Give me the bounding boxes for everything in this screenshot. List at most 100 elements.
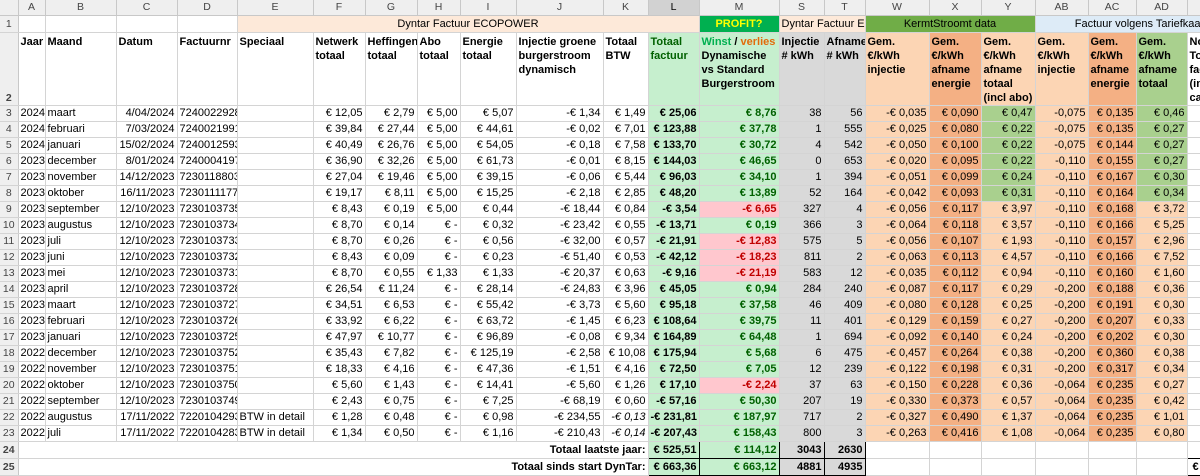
cell-E6[interactable]: [237, 153, 314, 170]
cell-AD13[interactable]: € 1,60: [1136, 265, 1188, 282]
cell-G4[interactable]: € 27,44: [365, 121, 418, 138]
header-col-E[interactable]: Speciaal: [237, 32, 314, 106]
cell-T7[interactable]: 394: [824, 169, 866, 186]
cell-I10[interactable]: € 0,32: [460, 217, 517, 234]
cell-M9[interactable]: -€ 6,65: [699, 201, 780, 218]
cell-X3[interactable]: € 0,090: [929, 105, 982, 122]
cell-K15[interactable]: € 5,60: [603, 297, 649, 314]
column-header-T[interactable]: T: [824, 0, 866, 16]
cell-W18[interactable]: -€ 0,457: [865, 345, 930, 362]
cell-G13[interactable]: € 0,55: [365, 265, 418, 282]
cell-I16[interactable]: € 63,72: [460, 313, 517, 330]
cell-G22[interactable]: € 0,48: [365, 409, 418, 426]
column-header-J[interactable]: J: [516, 0, 604, 16]
cell-X15[interactable]: € 0,128: [929, 297, 982, 314]
cell-I14[interactable]: € 28,14: [460, 281, 517, 298]
cell-C16[interactable]: 12/10/2023: [116, 313, 178, 330]
cell-B6[interactable]: december: [45, 153, 117, 170]
cell-X5[interactable]: € 0,100: [929, 137, 982, 154]
cell-AC21[interactable]: € 0,235: [1088, 393, 1137, 410]
cell-I11[interactable]: € 0,56: [460, 233, 517, 250]
cell-F9[interactable]: € 8,43: [313, 201, 366, 218]
cell-F12[interactable]: € 8,43: [313, 249, 366, 266]
cell-AD21[interactable]: € 0,42: [1136, 393, 1188, 410]
cell-X7[interactable]: € 0,099: [929, 169, 982, 186]
cell-E11[interactable]: [237, 233, 314, 250]
cell-D13[interactable]: 7230103731: [177, 265, 238, 282]
cell-E20[interactable]: [237, 377, 314, 394]
cell-C5[interactable]: 15/02/2024: [116, 137, 178, 154]
cell-D14[interactable]: 7230103728: [177, 281, 238, 298]
cell-J9[interactable]: -€ 18,44: [516, 201, 604, 218]
section-profit[interactable]: PROFIT?: [699, 15, 780, 33]
column-header-M[interactable]: M: [699, 0, 780, 16]
header-col-C[interactable]: Datum: [116, 32, 178, 106]
cell-AD23[interactable]: € 0,80: [1136, 425, 1188, 442]
cell-AC22[interactable]: € 0,235: [1088, 409, 1137, 426]
table-row[interactable]: 23 2022 juli 17/11/2022 7220104283 BTW in det…: [0, 425, 1200, 442]
cell-C14[interactable]: 12/10/2023: [116, 281, 178, 298]
cell-AB19[interactable]: -0,200: [1035, 361, 1089, 378]
cell-M21[interactable]: € 50,30: [699, 393, 780, 410]
cell-K17[interactable]: € 9,34: [603, 329, 649, 346]
cell-J4[interactable]: -€ 0,02: [516, 121, 604, 138]
cell-T3[interactable]: 56: [824, 105, 866, 122]
cell-W13[interactable]: -€ 0,035: [865, 265, 930, 282]
cell-B16[interactable]: februari: [45, 313, 117, 330]
cell-L20[interactable]: € 17,10: [648, 377, 700, 394]
cell-X8[interactable]: € 0,093: [929, 185, 982, 202]
cell-W4[interactable]: -€ 0,025: [865, 121, 930, 138]
cell-I13[interactable]: € 1,33: [460, 265, 517, 282]
cell-K5[interactable]: € 7,58: [603, 137, 649, 154]
cell-S5[interactable]: 4: [779, 137, 825, 154]
table-row[interactable]: 21 2022 september 12/10/2023 7230103749 € 2,4…: [0, 393, 1200, 410]
cell-A4[interactable]: 2024: [18, 121, 46, 138]
cell-Y17[interactable]: € 0,24: [981, 329, 1036, 346]
cell-AD12[interactable]: € 7,52: [1136, 249, 1188, 266]
cell-I7[interactable]: € 39,15: [460, 169, 517, 186]
cell-X10[interactable]: € 0,118: [929, 217, 982, 234]
cell-G3[interactable]: € 2,79: [365, 105, 418, 122]
cell-X12[interactable]: € 0,113: [929, 249, 982, 266]
cell-S18[interactable]: 6: [779, 345, 825, 362]
cell-X16[interactable]: € 0,159: [929, 313, 982, 330]
cell-AD20[interactable]: € 0,27: [1136, 377, 1188, 394]
cell-F15[interactable]: € 34,51: [313, 297, 366, 314]
cell-T11[interactable]: 5: [824, 233, 866, 250]
cell-K4[interactable]: € 7,01: [603, 121, 649, 138]
cell-T12[interactable]: 2: [824, 249, 866, 266]
cell-M16[interactable]: € 39,75: [699, 313, 780, 330]
cell-Y10[interactable]: € 3,57: [981, 217, 1036, 234]
cell-K8[interactable]: € 2,85: [603, 185, 649, 202]
cell-AD22[interactable]: € 1,01: [1136, 409, 1188, 426]
cell-AE13[interactable]: -€ 30,35: [1187, 265, 1200, 282]
cell-X19[interactable]: € 0,198: [929, 361, 982, 378]
cell-Y21[interactable]: € 0,57: [981, 393, 1036, 410]
table-row[interactable]: 12 2023 juni 12/10/2023 7230103732 € 8,43 € 0,…: [0, 249, 1200, 266]
cell-S23[interactable]: 800: [779, 425, 825, 442]
cell-Y8[interactable]: € 0,31: [981, 185, 1036, 202]
cell-D22[interactable]: 7220104293: [177, 409, 238, 426]
column-header-W[interactable]: W: [865, 0, 930, 16]
cell-A20[interactable]: 2022: [18, 377, 46, 394]
header-col-I[interactable]: Energie totaal: [460, 32, 517, 106]
cell-X9[interactable]: € 0,117: [929, 201, 982, 218]
cell-J21[interactable]: -€ 68,19: [516, 393, 604, 410]
cell-AD5[interactable]: € 0,27: [1136, 137, 1188, 154]
cell-F17[interactable]: € 47,97: [313, 329, 366, 346]
cell-D6[interactable]: 7240004197: [177, 153, 238, 170]
cell-D11[interactable]: 7230103733: [177, 233, 238, 250]
cell-K22[interactable]: -€ 0,13: [603, 409, 649, 426]
cell-J12[interactable]: -€ 51,40: [516, 249, 604, 266]
cell-L23[interactable]: -€ 207,43: [648, 425, 700, 442]
cell-W14[interactable]: -€ 0,087: [865, 281, 930, 298]
cell-empty[interactable]: [1136, 458, 1188, 476]
header-col-G[interactable]: Heffingen totaal: [365, 32, 418, 106]
cell-L7[interactable]: € 96,03: [648, 169, 700, 186]
cell-AD8[interactable]: € 0,34: [1136, 185, 1188, 202]
cell-I20[interactable]: € 14,41: [460, 377, 517, 394]
cell-C7[interactable]: 14/12/2023: [116, 169, 178, 186]
cell-AD3[interactable]: € 0,46: [1136, 105, 1188, 122]
cell-K11[interactable]: € 0,57: [603, 233, 649, 250]
cell-AE6[interactable]: € 190,68: [1187, 153, 1200, 170]
